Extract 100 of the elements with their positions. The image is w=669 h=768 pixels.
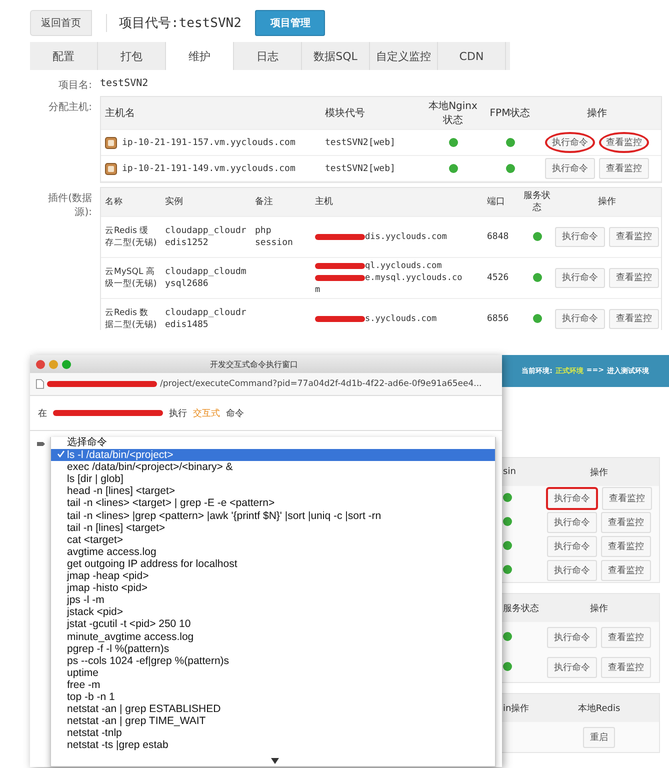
action-button[interactable]: 执行命令 (545, 158, 595, 179)
command-option[interactable]: netstat -an | grep ESTABLISHED (51, 703, 495, 716)
table-cell: e.mysql.yyclouds.co (365, 272, 462, 284)
action-button[interactable]: 执行命令 (546, 486, 598, 510)
column-header: 名称 (104, 196, 124, 209)
command-option[interactable]: pgrep -f -l %(pattern)s (51, 642, 495, 655)
table-cell-text: testSVN2[web] (324, 136, 396, 150)
command-option[interactable]: netstat -tnlp (51, 727, 495, 740)
table-cell-text: 4526 (486, 272, 510, 285)
column-header: 服务状态 (522, 190, 552, 215)
column-header: 主机名 (104, 106, 136, 121)
command-option[interactable]: exec /data/bin/<project>/<binary> & (51, 461, 495, 474)
command-option[interactable]: netstat -ts |grep estab (51, 739, 495, 752)
field-label: 分配主机: (48, 100, 92, 114)
action-button[interactable]: 执行命令 (547, 512, 597, 532)
command-option[interactable]: jmap -heap <pid> (51, 570, 495, 582)
field-label: 插件(数据源): (47, 192, 92, 219)
window-title: 开发交互式命令执行窗口 (210, 358, 298, 370)
command-option[interactable]: jmap -histo <pid> (51, 582, 495, 594)
table-cell: m (315, 284, 320, 296)
action-button[interactable]: 查看监控 (609, 227, 659, 247)
command-option[interactable]: jstat -gcutil -t <pid> 250 10 (51, 618, 495, 630)
command-option[interactable]: avgtime access.log (51, 546, 495, 558)
server-icon (105, 136, 117, 148)
restart-button[interactable]: 重启 (583, 726, 615, 748)
command-option[interactable]: jstack <pid> (51, 606, 495, 618)
command-option[interactable]: tail -n <lines> |grep <pattern> |awk '{printf $N}' |sort |uniq -c |sort -rn (51, 510, 495, 522)
maximize-icon[interactable] (62, 360, 71, 368)
action-button[interactable]: 查看监控 (601, 512, 651, 532)
command-option[interactable]: jps -l -m (51, 594, 495, 606)
command-option[interactable]: minute_avgtime access.log (51, 630, 495, 643)
column-header: 备注 (254, 196, 274, 209)
action-button[interactable]: 查看监控 (609, 268, 659, 288)
table-cell-text: 6848 (486, 231, 510, 244)
action-button[interactable]: 执行命令 (545, 132, 595, 153)
exec-label: 在 (38, 408, 47, 420)
command-option[interactable]: tail -n <lines> <target> | grep -E -e <pattern> (51, 497, 495, 510)
tab[interactable]: 维护 (166, 42, 234, 70)
check-icon (57, 450, 65, 458)
action-button[interactable]: 执行命令 (547, 536, 597, 556)
column-header: sin (502, 467, 517, 477)
url-text: /project/executeCommand?pid=77a04d2f-4d1b-4f22-ad6e-0f9e91a65ee4... (160, 379, 482, 389)
action-button[interactable]: 查看监控 (599, 158, 649, 179)
table-cell-text: 6856 (486, 313, 510, 326)
command-option[interactable]: cat <target> (51, 534, 495, 546)
close-icon[interactable] (36, 360, 45, 368)
action-button[interactable]: 查看监控 (602, 486, 652, 510)
column-header: 实例 (164, 196, 184, 209)
column-header: 本地Redis (576, 702, 622, 714)
column-header: 服务状态 (502, 602, 539, 614)
table-cell: dis.yyclouds.com (365, 231, 447, 243)
scroll-down-icon[interactable] (271, 758, 279, 764)
command-option[interactable]: netstat -an | grep TIME_WAIT (51, 715, 495, 728)
column-header: 模块代号 (324, 106, 366, 121)
action-button[interactable]: 执行命令 (547, 560, 597, 580)
action-button[interactable]: 执行命令 (547, 656, 597, 678)
column-header: 端口 (486, 196, 506, 209)
column-header: FPM状态 (488, 106, 532, 121)
command-option[interactable]: get outgoing IP address for localhost (51, 558, 495, 570)
table-cell-text: 云MySQL 高级一型(无锡) (104, 266, 158, 291)
action-button[interactable]: 查看监控 (601, 560, 651, 580)
action-button[interactable]: 执行命令 (555, 268, 605, 288)
command-option[interactable]: head -n [lines] <target> (51, 485, 495, 498)
table-cell: ip-10-21-191-149.vm.yyclouds.com (122, 164, 296, 174)
page-title: 项目代号:testSVN2 (106, 14, 242, 32)
column-header: in操作 (502, 702, 530, 714)
action-button[interactable]: 查看监控 (601, 626, 651, 648)
column-header: 操作 (589, 602, 609, 614)
table-cell-text: 云Redis 缓存二型(无锡) (104, 225, 158, 250)
column-header: 主机 (314, 196, 334, 209)
action-button[interactable]: 查看监控 (609, 309, 659, 329)
action-button[interactable]: 执行命令 (555, 227, 605, 247)
table-cell: ip-10-21-191-157.vm.yyclouds.com (122, 138, 296, 148)
pointer-icon (36, 440, 46, 448)
command-option[interactable]: free -m (51, 678, 495, 691)
table-cell-text: 云Redis 数据二型(无锡) (104, 307, 158, 330)
action-button[interactable]: 查看监控 (601, 536, 651, 556)
exec-mode: 交互式 (193, 408, 220, 420)
command-option[interactable]: uptime (51, 666, 495, 679)
minimize-icon[interactable] (49, 360, 58, 368)
command-option[interactable]: ls -l /data/bin/<project> (51, 449, 495, 462)
table-cell-text: cloudapp_cloudmysql2686 (164, 266, 248, 291)
command-option[interactable]: top -b -n 1 (51, 690, 495, 704)
column-header: 操作 (586, 107, 608, 121)
table-cell-text: testSVN2[web] (324, 162, 396, 176)
command-option[interactable]: 选择命令 (51, 437, 495, 450)
action-button[interactable]: 执行命令 (555, 309, 605, 329)
command-option[interactable]: tail -n [lines] <target> (51, 522, 495, 534)
table-cell: php session (255, 226, 293, 248)
table-cell: s.yyclouds.com (365, 313, 437, 325)
action-button[interactable]: 查看监控 (601, 656, 651, 678)
back-button[interactable]: 返回首页 (30, 10, 92, 36)
exec-label: 命令 (226, 408, 244, 420)
action-button[interactable]: 查看监控 (599, 132, 649, 153)
command-option[interactable]: ps --cols 1024 -ef|grep %(pattern)s (51, 654, 495, 667)
action-button[interactable]: 执行命令 (547, 626, 597, 648)
table-cell: ql.yyclouds.com (365, 260, 442, 272)
column-header: 本地Nginx状态 (428, 100, 478, 128)
command-option[interactable]: ls [dir | glob] (51, 473, 495, 486)
table-cell-text: cloudapp_cloudredis1485 (164, 307, 248, 330)
